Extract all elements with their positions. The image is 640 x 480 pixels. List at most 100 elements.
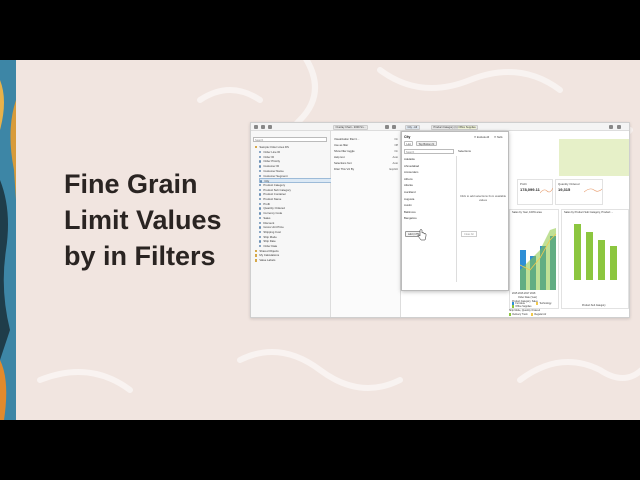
property-value[interactable]: On bbox=[394, 149, 398, 154]
legend-delivery-truck: Delivery Truck bbox=[509, 313, 528, 316]
data-element-icon bbox=[259, 226, 262, 229]
kpi-profit[interactable]: Profit 178,099.11 bbox=[517, 179, 553, 205]
filter-value-item[interactable]: Austin bbox=[404, 202, 454, 209]
legend-regular-air: Regular Air bbox=[531, 313, 546, 316]
settings-icon[interactable] bbox=[609, 125, 613, 129]
tick-2016: 2016 bbox=[518, 292, 524, 295]
canvas-tab[interactable]: Overlay Chart - 2009 Sn... bbox=[333, 124, 369, 130]
data-element-label: Order ID bbox=[263, 154, 275, 159]
kpi-quantity[interactable]: Quantity Ordered 19,315 bbox=[555, 179, 603, 205]
property-label: Show filter toggle bbox=[334, 150, 355, 153]
property-value[interactable]: Auto bbox=[392, 155, 398, 160]
kpi-quantity-sparkline bbox=[584, 188, 602, 193]
menu-icon[interactable] bbox=[617, 125, 621, 129]
filter-value-item[interactable]: Auckland bbox=[404, 189, 454, 196]
property-row[interactable]: Filter This Viz By Explicit bbox=[334, 167, 398, 172]
data-element-label: Discount bbox=[263, 220, 275, 225]
bar-sub-2 bbox=[586, 232, 593, 280]
available-values-list: Adelaide Ahmedabad Amsterdam Athens Atlanta A… bbox=[404, 156, 454, 222]
data-panel: Search Sample Order Lines DS Order Line … bbox=[251, 131, 333, 317]
filter-value-item[interactable]: Baltimore bbox=[404, 209, 454, 216]
filter-search-input[interactable]: Search bbox=[404, 149, 454, 154]
data-element-icon bbox=[259, 230, 262, 234]
undo-icon[interactable] bbox=[261, 125, 265, 129]
chart-sales-by-sub-category[interactable]: Sales by Product Sub Category, Product .… bbox=[561, 209, 629, 309]
clear-all-button[interactable]: Clear All bbox=[461, 231, 477, 237]
property-label: Use as filter bbox=[334, 144, 349, 147]
data-element-icon bbox=[259, 216, 262, 220]
data-element-label: Customer Segment bbox=[263, 173, 288, 178]
filter-chip-city[interactable]: City - All bbox=[405, 124, 420, 130]
property-row[interactable]: Selections font Auto bbox=[334, 161, 398, 166]
filter-value-item[interactable]: Atlanta bbox=[404, 182, 454, 189]
property-value[interactable]: Auto bbox=[392, 161, 398, 166]
data-element-label: Currency Code bbox=[263, 211, 283, 216]
data-element-icon bbox=[259, 245, 262, 248]
data-element-label: Ship Date bbox=[263, 239, 276, 244]
property-row[interactable]: Show filter toggle On bbox=[334, 149, 398, 154]
kpi-quantity-label: Quantity Ordered bbox=[558, 182, 580, 186]
data-element-icon bbox=[259, 183, 262, 187]
property-row[interactable]: Visualization filter b... On bbox=[334, 137, 398, 142]
chart-sales-by-year[interactable]: Sales by Year, 100% area 2015 2016 2017 … bbox=[509, 209, 559, 309]
home-icon[interactable] bbox=[254, 125, 258, 129]
data-element-icon bbox=[259, 193, 262, 196]
redo-icon[interactable] bbox=[268, 125, 272, 129]
data-element-icon bbox=[259, 198, 262, 201]
ship-legend-title: Ship Mode, Quantity Ordered bbox=[509, 309, 541, 312]
property-row[interactable]: Help text Auto bbox=[334, 155, 398, 160]
data-element-item[interactable]: Value Labels bbox=[255, 258, 329, 262]
chart-sales-by-year-plot bbox=[519, 228, 557, 290]
kpi-profit-value: 178,099.11 bbox=[520, 187, 540, 192]
headline-line-3: by in Filters bbox=[64, 241, 216, 271]
dataset-root[interactable]: Sample Order Lines DS bbox=[255, 145, 329, 149]
data-element-label: Quantity Ordered bbox=[263, 206, 285, 211]
data-element-icon bbox=[259, 240, 262, 243]
filter-value-item[interactable]: Athens bbox=[404, 176, 454, 183]
headline: Fine Grain Limit Values by in Filters bbox=[64, 166, 254, 274]
data-search-input[interactable]: Search bbox=[253, 137, 327, 142]
selection-hint: Click to add selections from available v… bbox=[460, 194, 507, 202]
legend-office-supplies: Office Supplies bbox=[512, 305, 531, 308]
filter-value-item[interactable]: Augusta bbox=[404, 196, 454, 203]
data-element-icon bbox=[259, 155, 262, 159]
property-value[interactable]: Explicit bbox=[389, 167, 398, 172]
property-label: Selections font bbox=[334, 162, 352, 165]
data-element-label: Order Date bbox=[263, 244, 278, 248]
list-mode-button[interactable]: List bbox=[404, 141, 414, 146]
data-element-icon bbox=[259, 169, 262, 173]
filter-chip-category-label: Product Category (1) bbox=[433, 126, 458, 130]
bar-sub-3 bbox=[598, 240, 605, 280]
exclude-checkbox[interactable]: ☐ Exclude All bbox=[474, 136, 489, 139]
slide: Fine Grain Limit Values by in Filters Ov… bbox=[0, 60, 640, 420]
popup-divider bbox=[456, 156, 457, 282]
bar-sub-4 bbox=[610, 246, 617, 280]
properties-icon[interactable] bbox=[392, 125, 396, 129]
property-row[interactable]: Use as filter Off bbox=[334, 143, 398, 148]
filter-value-item[interactable]: Amsterdam bbox=[404, 169, 454, 176]
filter-chip-category[interactable]: Product Category (1) Office Supplies bbox=[431, 124, 479, 130]
property-value[interactable]: On bbox=[394, 137, 398, 142]
kpi-profit-label: Profit bbox=[520, 182, 527, 186]
data-element-icon bbox=[259, 202, 262, 206]
data-element-label: Customer ID bbox=[263, 164, 280, 169]
dataset-root-label: Sample Order Lines DS bbox=[259, 145, 289, 149]
city-filter-popup: City List Top Bottom N Search ☐ Exclude … bbox=[401, 131, 509, 291]
filter-value-item[interactable]: Bangalore bbox=[404, 215, 454, 222]
data-element-icon bbox=[259, 165, 262, 168]
data-element-icon bbox=[259, 221, 262, 224]
properties-panel: Visualization filter b... On Use as filter… bbox=[331, 131, 401, 317]
property-label: Filter This Viz By bbox=[334, 168, 355, 171]
filter-value-item[interactable]: Adelaide bbox=[404, 156, 454, 163]
video-frame: Fine Grain Limit Values by in Filters Ov… bbox=[0, 0, 640, 480]
grammar-icon[interactable] bbox=[385, 125, 389, 129]
property-value[interactable]: Off bbox=[394, 143, 398, 148]
nulls-checkbox[interactable]: ☐ Nulls bbox=[494, 136, 503, 139]
data-element-icon bbox=[259, 160, 262, 163]
data-element-label: Order Line ID bbox=[263, 150, 281, 154]
data-element-icon bbox=[255, 259, 258, 262]
headline-line-1: Fine Grain bbox=[64, 169, 198, 199]
year-ticks: 2015 2016 2017 2018 bbox=[512, 292, 535, 295]
filter-value-item[interactable]: Ahmedabad bbox=[404, 163, 454, 170]
top-bottom-button[interactable]: Top Bottom N bbox=[416, 141, 437, 146]
